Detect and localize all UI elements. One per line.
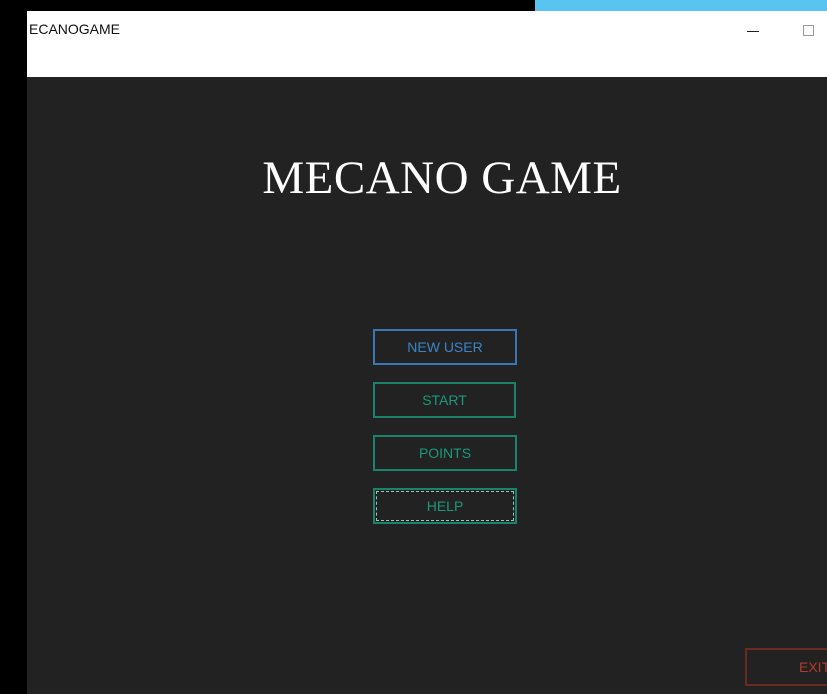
window-title: ECANOGAME [29, 21, 121, 37]
help-button[interactable]: HELP [373, 488, 517, 524]
new-user-button-label: NEW USER [407, 339, 483, 355]
start-button-label: START [422, 392, 467, 408]
new-user-button[interactable]: NEW USER [373, 329, 517, 365]
game-title: MECANO GAME [262, 152, 622, 204]
title-bar[interactable]: ECANOGAME [27, 11, 827, 77]
points-button[interactable]: POINTS [373, 435, 517, 471]
points-button-label: POINTS [418, 445, 472, 461]
maximize-button[interactable] [788, 13, 827, 47]
main-content: MECANO GAME NEW USER START POINTS HELP E… [27, 77, 827, 694]
exit-button[interactable]: EXIT [745, 648, 827, 686]
desktop-accent-strip [535, 0, 827, 11]
exit-button-label: EXIT [799, 659, 827, 675]
start-button[interactable]: START [373, 382, 516, 418]
minimize-icon [747, 30, 759, 32]
app-window: ECANOGAME MECANO GAME NEW USER START POI… [27, 11, 827, 694]
minimize-button[interactable] [733, 13, 773, 47]
focus-ring [376, 491, 514, 521]
maximize-icon [802, 24, 814, 36]
